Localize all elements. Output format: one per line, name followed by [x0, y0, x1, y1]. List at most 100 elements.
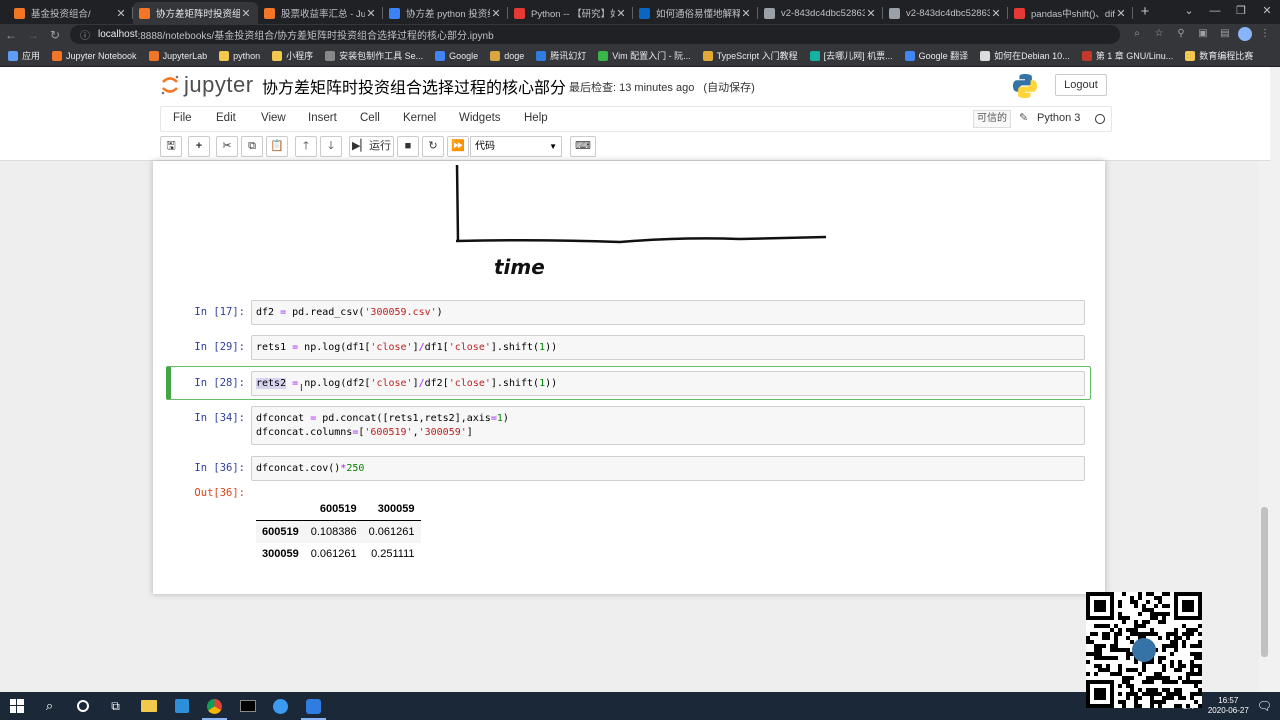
browser-tab[interactable]: pandas中shift()、diff ✕	[1008, 2, 1133, 24]
windows-start-icon[interactable]	[0, 692, 33, 720]
bookmark-label: TypeScript 入门教程	[716, 51, 798, 61]
bookmark-item[interactable]: Vim 配置入门 - 阮...	[598, 49, 691, 62]
info-icon[interactable]: ⓘ	[80, 27, 90, 42]
minimize-button[interactable]: —	[1202, 0, 1228, 24]
reload-icon[interactable]: ↻	[44, 28, 66, 42]
browser-tab[interactable]: 协方差矩阵时投资组合✕	[133, 2, 258, 24]
bookmark-item[interactable]: 腾讯幻灯	[536, 49, 586, 62]
bookmark-item[interactable]: 应用	[8, 49, 40, 62]
terminal-icon[interactable]	[231, 692, 264, 720]
browser-tab[interactable]: 如何通俗易懂地解释「✕	[633, 2, 758, 24]
menu-widgets[interactable]: Widgets	[459, 112, 501, 124]
menu-kernel[interactable]: Kernel	[403, 112, 436, 124]
notebook-title[interactable]: 协方差矩阵时投资组合选择过程的核心部分	[262, 74, 566, 98]
search-icon[interactable]: ⌕	[33, 692, 66, 720]
close-window-button[interactable]: ✕	[1254, 0, 1280, 24]
insert-cell-icon[interactable]: +	[188, 136, 210, 157]
clock[interactable]: 16:57 2020-06-27	[1208, 696, 1249, 716]
menu-insert[interactable]: Insert	[308, 112, 337, 124]
paste-icon[interactable]: 📋	[266, 136, 288, 157]
bookmark-item[interactable]: 安装包制作工具 Se...	[325, 49, 423, 62]
copy-icon[interactable]: ⧉	[241, 136, 263, 157]
bookmark-item[interactable]: 第 1 章 GNU/Linu...	[1081, 49, 1173, 62]
task-view-icon[interactable]: ⧉	[99, 692, 132, 720]
save-icon[interactable]: 🖫	[160, 136, 182, 157]
extension-icon-2[interactable]: ▣	[1194, 26, 1212, 42]
menu-help[interactable]: Help	[524, 112, 548, 124]
bookmark-item[interactable]: python	[219, 50, 260, 61]
file-explorer-icon[interactable]	[132, 692, 165, 720]
chrome-icon[interactable]	[198, 692, 231, 720]
close-tab-icon[interactable]: ✕	[490, 7, 502, 20]
extension-icon[interactable]: ⚲	[1172, 26, 1190, 42]
url-input[interactable]: ⓘ localhost :8888/notebooks/基金投资组合/协方差矩阵…	[70, 25, 1120, 44]
maximize-button[interactable]: ❐	[1228, 0, 1254, 24]
code-cell[interactable]: dfconcat.cov()*250	[251, 456, 1085, 481]
close-tab-icon[interactable]: ✕	[240, 7, 252, 20]
url-path: :8888/notebooks/基金投资组合/协方差矩阵时投资组合选择过程的核心…	[137, 31, 494, 42]
bookmark-item[interactable]: doge	[490, 50, 524, 61]
scrollbar-thumb[interactable]	[1261, 507, 1268, 657]
command-palette-icon[interactable]: ⌨	[570, 136, 596, 157]
bookmark-label: Google 翻译	[918, 51, 969, 61]
new-tab-button[interactable]: +	[1133, 2, 1157, 24]
notification-icon[interactable]: 🗨	[1257, 699, 1272, 713]
interrupt-icon[interactable]: ■	[397, 136, 419, 157]
menu-icon[interactable]: ⋮	[1256, 26, 1274, 42]
cortana-icon[interactable]	[66, 692, 99, 720]
close-tab-icon[interactable]: ✕	[365, 7, 377, 20]
trusted-indicator[interactable]: 可信的	[973, 110, 1011, 128]
move-down-icon[interactable]: 🡓	[320, 136, 342, 157]
autosave-text: (自动保存)	[703, 82, 755, 94]
close-tab-icon[interactable]: ✕	[740, 7, 752, 20]
bookmark-item[interactable]: Jupyter Notebook	[52, 50, 137, 61]
cut-icon[interactable]: ✂	[216, 136, 238, 157]
restart-icon[interactable]: ↻	[422, 136, 444, 157]
close-tab-icon[interactable]: ✕	[990, 7, 1002, 20]
bookmark-item[interactable]: TypeScript 入门教程	[702, 49, 798, 62]
close-tab-icon[interactable]: ✕	[115, 7, 127, 20]
logout-button[interactable]: Logout	[1055, 74, 1107, 96]
page-scrollbar[interactable]	[1270, 67, 1280, 692]
code-cell[interactable]: df2 = pd.read_csv('300059.csv')	[251, 300, 1085, 325]
bookmark-item[interactable]: 数育编程比赛	[1185, 49, 1253, 62]
code-cell[interactable]: rets1 = np.log(df1['close']/df1['close']…	[251, 335, 1085, 360]
bookmark-item[interactable]: 小程序	[272, 49, 313, 62]
code-cell[interactable]: dfconcat = pd.concat([rets1,rets2],axis=…	[251, 406, 1085, 445]
vscode-icon[interactable]	[165, 692, 198, 720]
code-cell-selected[interactable]: rets2 = np.log(df2['close']/df2['close']…	[251, 371, 1085, 396]
search-icon[interactable]: ⌕	[1128, 26, 1146, 42]
move-up-icon[interactable]: 🡑	[295, 136, 317, 157]
menu-cell[interactable]: Cell	[360, 112, 380, 124]
menu-edit[interactable]: Edit	[216, 112, 236, 124]
back-icon[interactable]: ←	[0, 28, 22, 42]
menu-view[interactable]: View	[261, 112, 286, 124]
avatar[interactable]	[1238, 27, 1252, 41]
bookmark-item[interactable]: Google 翻译	[904, 49, 969, 62]
browser-tab[interactable]: Python -- 【研究】如何✕	[508, 2, 633, 24]
bookmark-item[interactable]: [去哪儿网] 机票...	[809, 49, 893, 62]
bookmark-item[interactable]: Google	[435, 50, 478, 61]
profile-icon[interactable]: ⌄	[1176, 0, 1202, 24]
forward-icon[interactable]: →	[22, 28, 44, 42]
bookmark-item[interactable]: JupyterLab	[148, 50, 207, 61]
browser-tab[interactable]: v2-843dc4dbc52863 ✕	[883, 2, 1008, 24]
feishu-icon[interactable]	[264, 692, 297, 720]
star-icon[interactable]: ☆	[1150, 26, 1168, 42]
browser-tab[interactable]: 股票收益率汇总 - Jupy✕	[258, 2, 383, 24]
cell-type-select[interactable]: 代码 ▼	[470, 136, 562, 157]
restart-run-all-icon[interactable]: ⏩	[447, 136, 469, 157]
browser-tab[interactable]: 基金投资组合/ ✕	[8, 2, 133, 24]
browser-tab[interactable]: v2-843dc4dbc52863 ✕	[758, 2, 883, 24]
notebook-scrollbar[interactable]	[1259, 161, 1270, 692]
browser-tab[interactable]: 协方差 python 投资组 ✕	[383, 2, 508, 24]
menu-file[interactable]: File	[173, 112, 192, 124]
run-button[interactable]: ▶▏运行	[349, 136, 394, 157]
close-tab-icon[interactable]: ✕	[615, 7, 627, 20]
bookmark-item[interactable]: 如何在Debian 10...	[980, 49, 1070, 62]
screen-recorder-icon[interactable]	[297, 692, 330, 720]
jupyter-logo[interactable]: jupyter	[160, 72, 254, 98]
extension-icon-3[interactable]: ▤	[1216, 26, 1234, 42]
close-tab-icon[interactable]: ✕	[865, 7, 877, 20]
close-tab-icon[interactable]: ✕	[1115, 7, 1127, 20]
